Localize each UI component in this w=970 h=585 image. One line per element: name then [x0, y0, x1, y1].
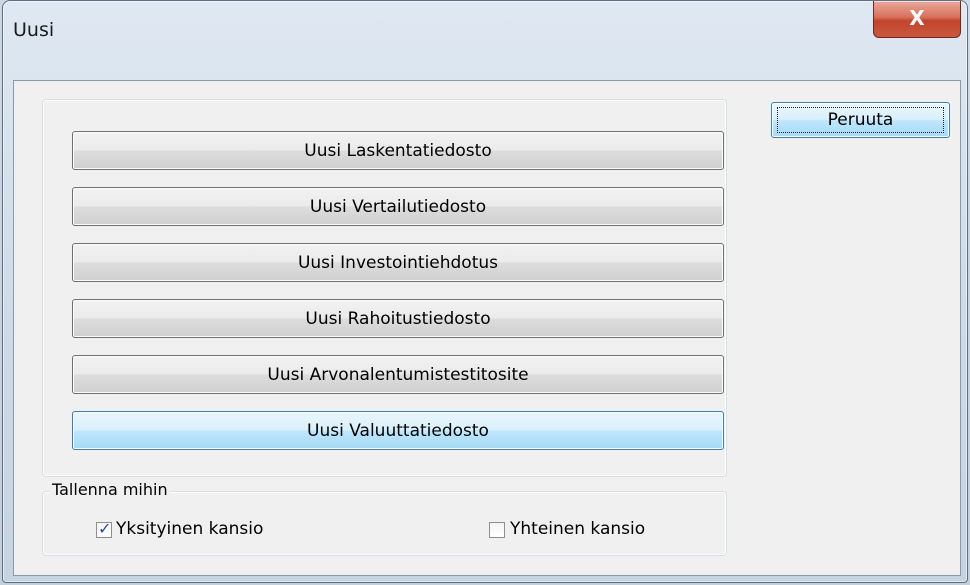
checkmark-icon: ✓	[98, 519, 112, 538]
new-investment-proposal-button[interactable]: Uusi Investointiehdotus	[72, 243, 724, 282]
cancel-button-label: Peruuta	[827, 110, 894, 130]
private-folder-label[interactable]: Yksityinen kansio	[116, 519, 263, 539]
window-title: Uusi	[13, 19, 55, 41]
new-currency-file-button[interactable]: Uusi Valuuttatiedosto	[72, 411, 724, 450]
private-folder-checkbox[interactable]: ✓	[96, 519, 112, 538]
save-location-legend: Tallenna mihin	[50, 480, 170, 499]
cancel-button[interactable]: Peruuta	[771, 102, 950, 138]
new-impairment-test-button[interactable]: Uusi Arvonalentumistestitosite	[72, 355, 724, 394]
new-file-group: Uusi Laskentatiedosto Uusi Vertailutiedo…	[42, 99, 727, 477]
close-button[interactable]: X	[873, 1, 961, 38]
new-financing-file-button[interactable]: Uusi Rahoitustiedosto	[72, 299, 724, 338]
dialog-window: Uusi X Uusi Laskentatiedosto Uusi Vertai…	[2, 0, 968, 583]
new-comparison-file-button[interactable]: Uusi Vertailutiedosto	[72, 187, 724, 226]
save-location-group: ✓ Yksityinen kansio Yhteinen kansio	[42, 491, 727, 556]
new-calculation-file-button[interactable]: Uusi Laskentatiedosto	[72, 131, 724, 170]
shared-folder-checkbox[interactable]	[489, 522, 505, 538]
dialog-content: Uusi Laskentatiedosto Uusi Vertailutiedo…	[13, 80, 961, 576]
shared-folder-label[interactable]: Yhteinen kansio	[510, 519, 645, 539]
close-icon: X	[909, 6, 925, 30]
title-bar[interactable]: Uusi X	[3, 1, 967, 59]
